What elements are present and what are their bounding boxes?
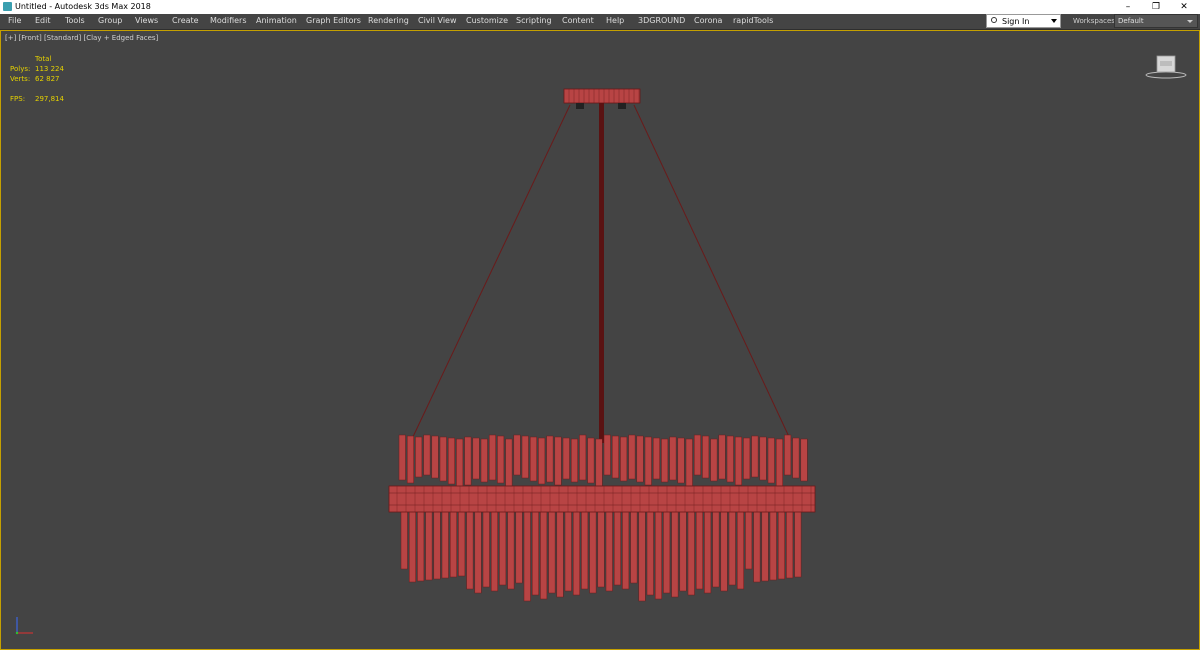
axis-gizmo-icon [15,617,33,635]
menu-modifiers[interactable]: Modifiers [210,16,247,25]
chevron-down-icon [1051,19,1057,23]
verts-label: Verts: [10,75,31,83]
workspaces-select[interactable]: Default [1114,14,1198,28]
title-bar: Untitled - Autodesk 3ds Max 2018 – ❐ ✕ [0,0,1200,14]
menu-scripting[interactable]: Scripting [516,16,552,25]
menu-views[interactable]: Views [135,16,158,25]
menu-graph-editors[interactable]: Graph Editors [306,16,361,25]
fps-label: FPS: [10,95,26,103]
verts-value: 62 827 [35,75,60,83]
menu-edit[interactable]: Edit [35,16,51,25]
stats-header: Total [35,55,52,63]
sign-in-label: Sign In [1002,17,1030,26]
app-icon [3,2,12,11]
menu-rendering[interactable]: Rendering [368,16,409,25]
menu-create[interactable]: Create [172,16,199,25]
close-button[interactable]: ✕ [1169,0,1199,14]
sign-in-dropdown[interactable]: Sign In [986,14,1061,28]
menu-animation[interactable]: Animation [256,16,297,25]
menu-content[interactable]: Content [562,16,594,25]
window-title: Untitled - Autodesk 3ds Max 2018 [15,2,151,11]
workspaces-label: Workspaces: [1073,17,1118,25]
chandelier-model[interactable] [1,31,1199,649]
menu-civil-view[interactable]: Civil View [418,16,457,25]
menu-tools[interactable]: Tools [65,16,85,25]
menu-bar: File Edit Tools Group Views Create Modif… [0,14,1200,30]
menu-corona[interactable]: Corona [694,16,722,25]
minimize-button[interactable]: – [1113,0,1143,14]
restore-button[interactable]: ❐ [1141,0,1171,14]
menu-customize[interactable]: Customize [466,16,508,25]
menu-rapidtools[interactable]: rapidTools [733,16,773,25]
viewcube-icon[interactable] [1144,53,1188,81]
polys-label: Polys: [10,65,31,73]
workspace-value: Default [1118,17,1144,25]
menu-help[interactable]: Help [606,16,624,25]
chevron-down-icon [1187,20,1193,23]
fps-value: 297,814 [35,95,64,103]
front-viewport[interactable]: [+] [Front] [Standard] [Clay + Edged Fac… [0,30,1200,650]
user-icon [991,17,997,23]
menu-file[interactable]: File [8,16,21,25]
viewport-label[interactable]: [+] [Front] [Standard] [Clay + Edged Fac… [5,34,158,42]
polys-value: 113 224 [35,65,64,73]
menu-3dground[interactable]: 3DGROUND [638,16,685,25]
menu-group[interactable]: Group [98,16,122,25]
